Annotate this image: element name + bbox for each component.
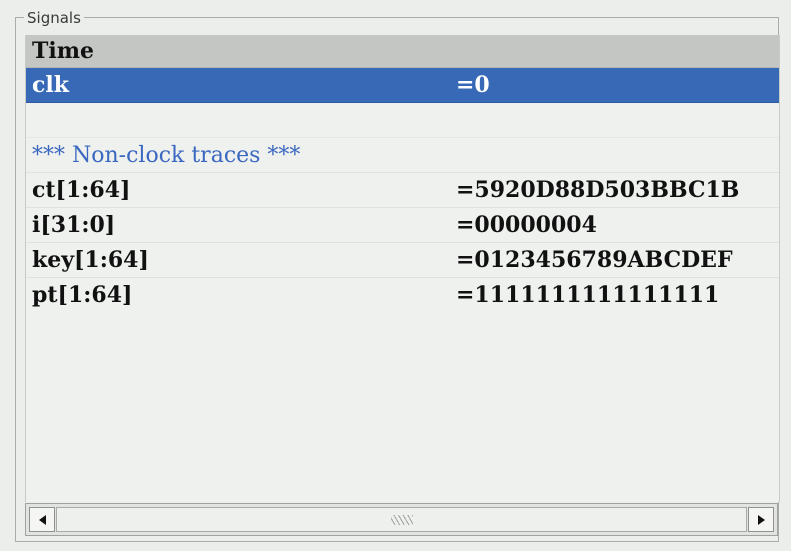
signal-name: Time xyxy=(32,38,95,64)
signal-row-comment[interactable]: *** Non-clock traces *** xyxy=(26,138,779,173)
signal-row-pt[interactable]: pt[1:64] =1111111111111111 xyxy=(26,278,779,313)
signal-row-time[interactable]: Time xyxy=(26,35,779,68)
arrow-left-icon xyxy=(38,514,46,525)
signal-value: =0 xyxy=(456,72,490,98)
arrow-right-icon xyxy=(757,514,765,525)
signal-name: ct[1:64] xyxy=(32,177,131,203)
signal-name: key[1:64] xyxy=(32,247,149,273)
signal-row-blank[interactable] xyxy=(26,103,779,138)
scroll-left-button[interactable] xyxy=(29,507,55,532)
signal-row-ct[interactable]: ct[1:64] =5920D88D503BBC1B xyxy=(26,173,779,208)
signal-value: =1111111111111111 xyxy=(456,282,720,308)
signal-name: clk xyxy=(32,72,69,98)
scrollbar-thumb[interactable] xyxy=(56,507,747,532)
horizontal-scrollbar[interactable] xyxy=(25,503,778,536)
comment-trace-label: *** Non-clock traces *** xyxy=(32,143,301,168)
signal-value: =0123456789ABCDEF xyxy=(456,247,733,273)
signal-name: i[31:0] xyxy=(32,212,116,238)
signal-value: =5920D88D503BBC1B xyxy=(456,177,740,203)
scroll-right-button[interactable] xyxy=(748,507,774,532)
grip-icon xyxy=(390,514,413,525)
signal-name: pt[1:64] xyxy=(32,282,133,308)
signal-row-key[interactable]: key[1:64] =0123456789ABCDEF xyxy=(26,243,779,278)
signals-list[interactable]: Time clk =0 *** Non-clock traces *** ct[… xyxy=(25,35,780,502)
signals-panel-title: Signals xyxy=(24,9,84,27)
signal-value: =00000004 xyxy=(456,212,597,238)
signal-row-clk[interactable]: clk =0 xyxy=(26,68,779,103)
signal-row-i[interactable]: i[31:0] =00000004 xyxy=(26,208,779,243)
